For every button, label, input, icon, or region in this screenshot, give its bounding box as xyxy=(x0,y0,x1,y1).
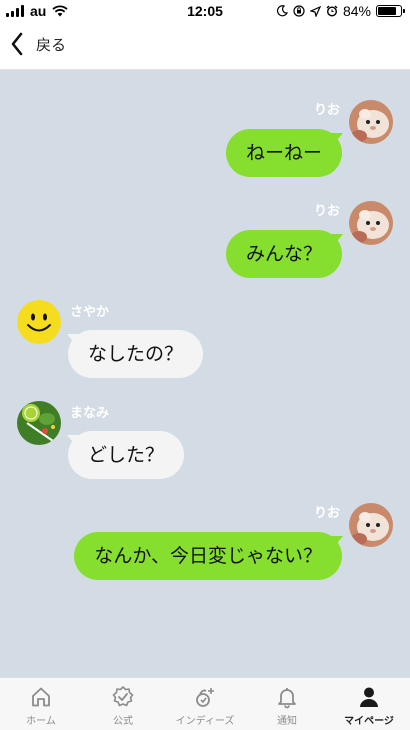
chevron-left-icon xyxy=(11,32,23,56)
message-bubble[interactable]: みんな？ xyxy=(225,230,342,278)
bubble-tail xyxy=(329,536,343,548)
tab-label: マイページ xyxy=(344,716,394,727)
bubble-tail xyxy=(67,334,81,346)
battery-percent: 84% xyxy=(342,3,371,19)
sender-name: まなみ xyxy=(70,406,110,421)
tab-label: インディーズ xyxy=(175,716,235,727)
bubble-tail xyxy=(67,435,81,447)
bell-icon xyxy=(278,688,296,709)
message-bubble[interactable]: なんか、今日変じゃない？ xyxy=(74,532,342,580)
orientation-lock-icon xyxy=(293,5,305,17)
tab-label: 通知 xyxy=(277,716,297,727)
sender-name: さやか xyxy=(70,305,110,320)
sender-name: りお xyxy=(313,204,340,219)
tab-indies[interactable]: インディーズ xyxy=(164,678,246,730)
tab-home[interactable]: ホーム xyxy=(0,678,82,730)
tab-mypage[interactable]: マイページ xyxy=(328,678,410,730)
battery-icon xyxy=(376,5,405,17)
status-right: 84% xyxy=(276,3,405,19)
bubble-tail xyxy=(329,133,343,145)
avatar-manami[interactable] xyxy=(17,401,61,445)
message-bubble[interactable]: なしたの？ xyxy=(68,330,204,378)
chat-header: 戻る xyxy=(0,22,410,70)
tab-bar: ホーム 公式 インディーズ 通知 マイページ xyxy=(0,677,410,730)
alarm-icon xyxy=(326,5,338,17)
avatar-rio[interactable] xyxy=(349,100,393,144)
tab-official[interactable]: 公式 xyxy=(82,678,164,730)
location-arrow-icon xyxy=(309,5,321,17)
status-bar: au 12:05 84% xyxy=(0,0,410,22)
bubble-tail xyxy=(329,234,343,246)
avatar-rio[interactable] xyxy=(349,503,393,547)
back-button[interactable]: 戻る xyxy=(10,32,66,56)
moon-icon xyxy=(276,5,288,17)
sender-name: りお xyxy=(313,506,340,521)
message-bubble[interactable]: どした？ xyxy=(68,431,185,479)
chat-area[interactable]: りお ねーねー りお みんな？ さやか なしたの？ まなみ どした？ りお なん… xyxy=(0,70,410,677)
avatar-rio[interactable] xyxy=(349,201,393,245)
person-icon xyxy=(360,687,378,707)
tab-label: 公式 xyxy=(113,716,133,727)
message-bubble[interactable]: ねーねー xyxy=(225,129,342,177)
avatar-sayaka[interactable] xyxy=(17,300,61,344)
battery-fill xyxy=(378,7,396,15)
tab-label: ホーム xyxy=(26,716,56,727)
sender-name: りお xyxy=(313,103,340,118)
indies-icon xyxy=(196,688,214,707)
verified-badge-icon xyxy=(112,686,134,707)
tab-notifications[interactable]: 通知 xyxy=(246,678,328,730)
home-icon xyxy=(32,687,50,707)
back-label: 戻る xyxy=(36,35,67,54)
